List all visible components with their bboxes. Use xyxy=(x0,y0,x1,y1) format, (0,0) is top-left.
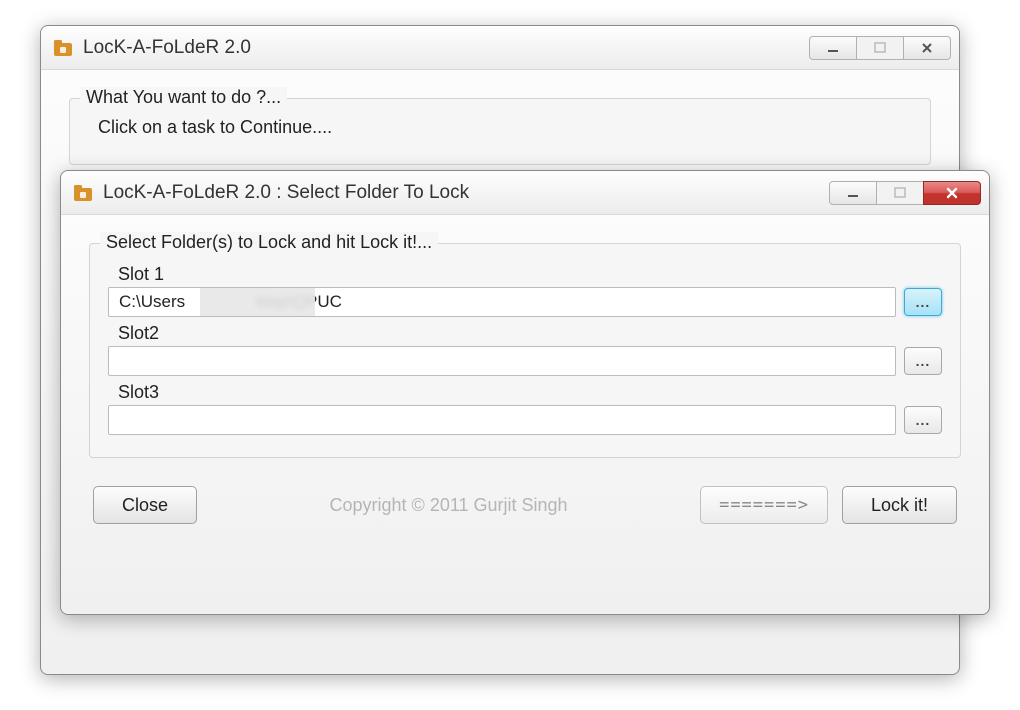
slots-groupbox: Select Folder(s) to Lock and hit Lock it… xyxy=(89,243,961,458)
slots-group-legend: Select Folder(s) to Lock and hit Lock it… xyxy=(100,232,438,253)
slot3-browse-button[interactable]: ... xyxy=(904,406,942,434)
copyright-text: Copyright © 2011 Gurjit Singh xyxy=(211,495,686,516)
slot2-label: Slot2 xyxy=(118,323,942,344)
select-folder-dialog: LocK-A-FoLdeR 2.0 : Select Folder To Loc… xyxy=(60,170,990,615)
slot3-row: ... xyxy=(108,405,942,435)
minimize-button[interactable] xyxy=(829,181,877,205)
maximize-button xyxy=(856,36,904,60)
slot3-path-input[interactable] xyxy=(108,405,896,435)
app-icon xyxy=(53,38,73,58)
slot2-browse-button[interactable]: ... xyxy=(904,347,942,375)
slot1-row: ... xyxy=(108,287,942,317)
slot1-browse-button[interactable]: ... xyxy=(904,288,942,316)
lock-it-button[interactable]: Lock it! xyxy=(842,486,957,524)
maximize-button xyxy=(876,181,924,205)
slot1-path-input[interactable] xyxy=(108,287,896,317)
main-groupbox: What You want to do ?... Click on a task… xyxy=(69,98,931,165)
slot2-row: ... xyxy=(108,346,942,376)
main-group-subtext: Click on a task to Continue.... xyxy=(98,117,912,138)
main-window-controls xyxy=(810,36,951,60)
slot3-label: Slot3 xyxy=(118,382,942,403)
main-title: LocK-A-FoLdeR 2.0 xyxy=(83,37,810,59)
main-titlebar[interactable]: LocK-A-FoLdeR 2.0 xyxy=(41,26,959,70)
dialog-content: Select Folder(s) to Lock and hit Lock it… xyxy=(61,215,989,542)
minimize-button[interactable] xyxy=(809,36,857,60)
main-group-legend: What You want to do ?... xyxy=(80,87,287,108)
dialog-titlebar[interactable]: LocK-A-FoLdeR 2.0 : Select Folder To Loc… xyxy=(61,171,989,215)
app-icon xyxy=(73,183,93,203)
arrow-hint: =======> xyxy=(700,486,828,524)
dialog-window-controls xyxy=(830,181,981,205)
bottom-action-row: Close Copyright © 2011 Gurjit Singh ====… xyxy=(89,486,961,524)
slot1-label: Slot 1 xyxy=(118,264,942,285)
close-button[interactable] xyxy=(923,181,981,205)
close-dialog-button[interactable]: Close xyxy=(93,486,197,524)
slot2-path-input[interactable] xyxy=(108,346,896,376)
dialog-title: LocK-A-FoLdeR 2.0 : Select Folder To Loc… xyxy=(103,182,830,204)
main-content: What You want to do ?... Click on a task… xyxy=(41,70,959,183)
close-button[interactable] xyxy=(903,36,951,60)
